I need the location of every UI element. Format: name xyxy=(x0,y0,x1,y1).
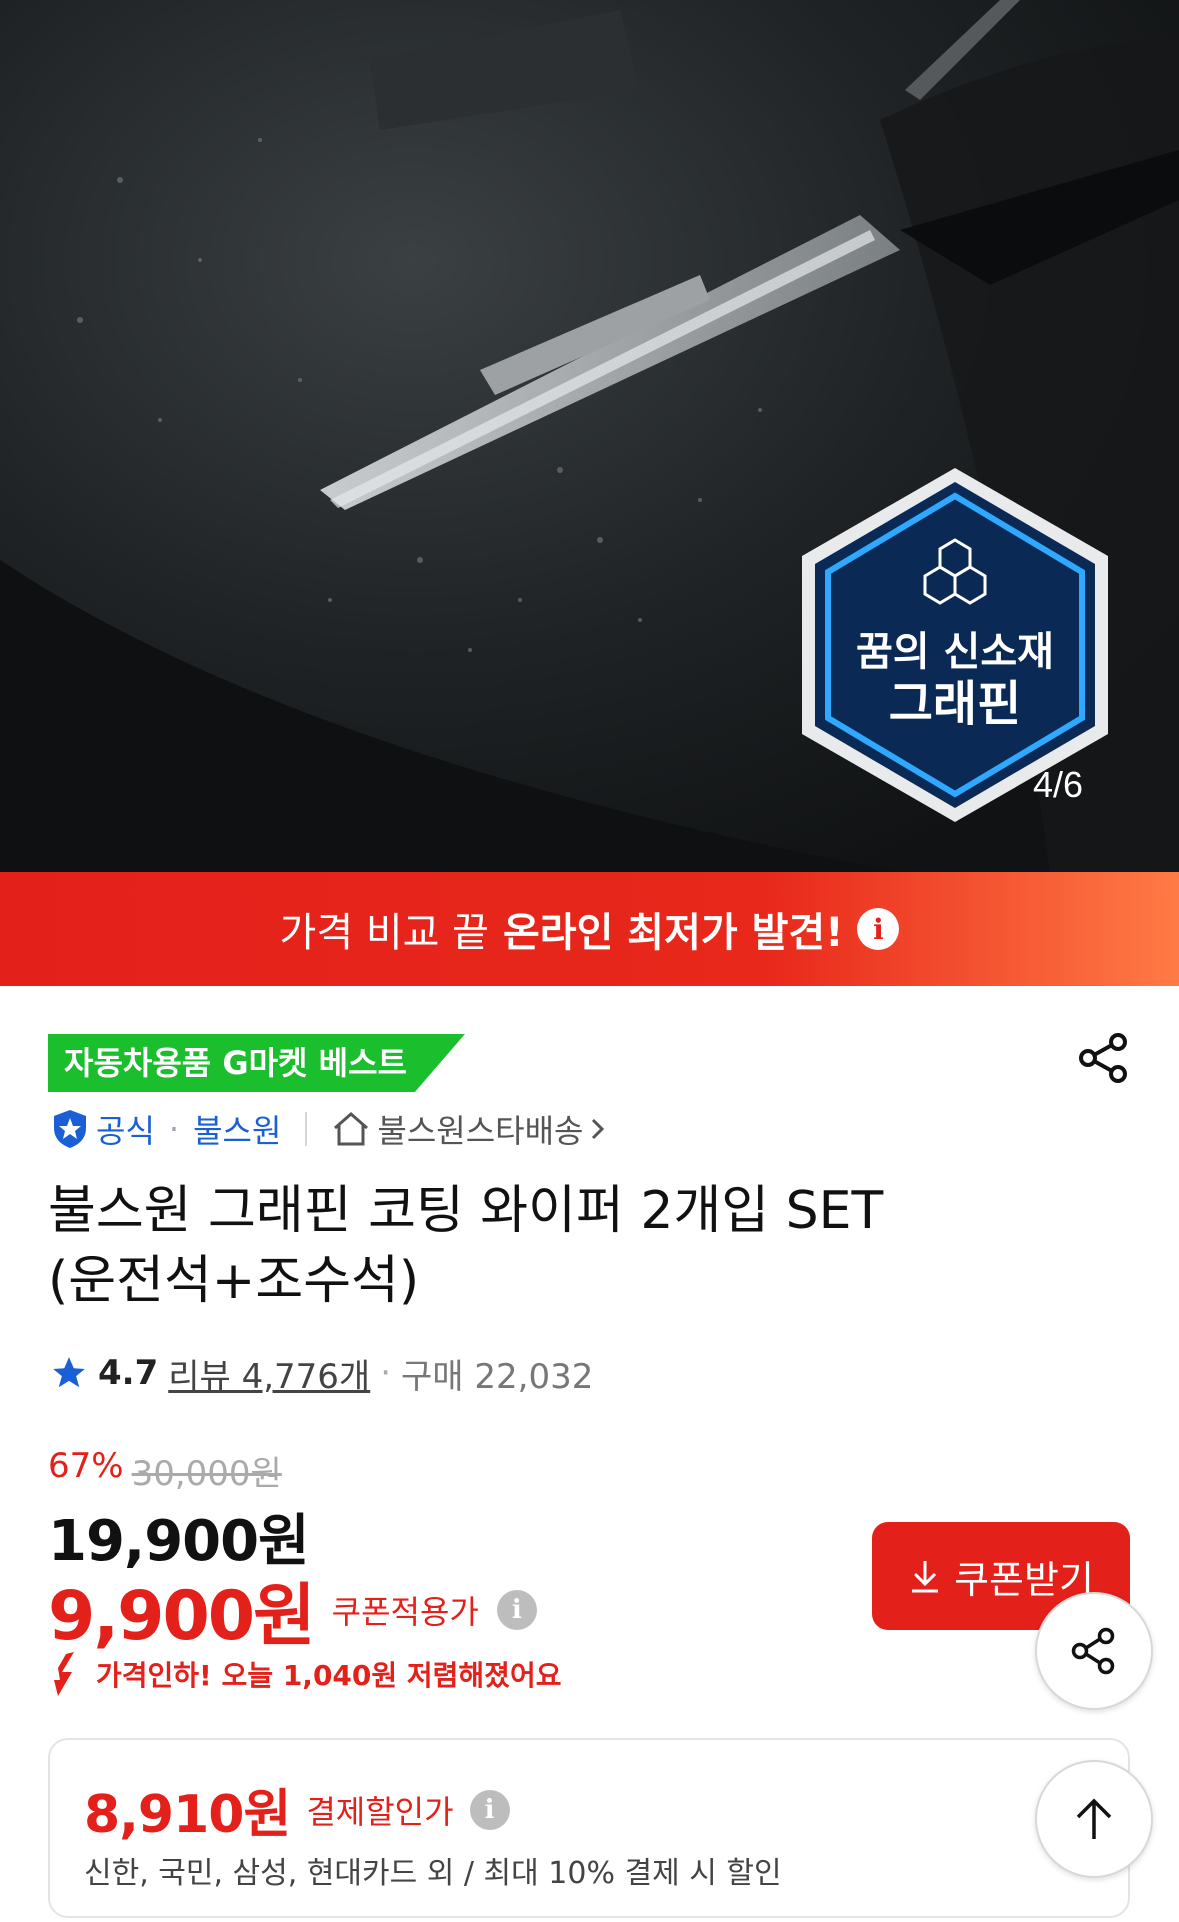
coupon-info-icon[interactable]: i xyxy=(496,1589,537,1630)
shield-check-icon xyxy=(54,1110,86,1148)
store-name: 불스원스타배송 xyxy=(377,1112,584,1150)
promo-strong-text: 온라인 최저가 발견! xyxy=(502,910,844,956)
title-line2: (운전석+조수석) xyxy=(48,1251,420,1311)
review-link[interactable]: 리뷰 4,776개 xyxy=(168,1349,370,1398)
coupon-price-label: 쿠폰적용가 xyxy=(331,1592,479,1631)
payment-price-row: 8,910원 결제할인가 i xyxy=(84,1772,510,1847)
product-title: 불스원 그래핀 코팅 와이퍼 2개입 SET (운전석+조수석) xyxy=(48,1176,1008,1316)
share-icon[interactable] xyxy=(1076,1030,1132,1086)
share-icon xyxy=(1071,1627,1115,1675)
scroll-to-top-button[interactable] xyxy=(1035,1760,1153,1878)
star-icon xyxy=(53,1357,85,1388)
price-drop-text: 가격인하! 오늘 1,040원 저렴해졌어요 xyxy=(96,1659,562,1692)
separator-dot: · xyxy=(168,1110,180,1148)
official-brand-link[interactable]: 공식 · 불스원 xyxy=(50,1106,281,1152)
download-icon xyxy=(912,1561,939,1593)
original-price: 30,000원 xyxy=(131,1454,282,1494)
seller-row: 공식 · 불스원 불스원스타배송 xyxy=(50,1106,607,1152)
product-image-carousel[interactable]: 꿈의 신소재 그래핀 4/6 xyxy=(0,0,1179,872)
rating-row: 4.7 리뷰 4,776개 · 구매 22,032 xyxy=(50,1348,593,1398)
payment-discount-label: 결제할인가 xyxy=(306,1792,454,1831)
separator-dot: · xyxy=(380,1353,392,1393)
payment-discount-price: 8,910원 xyxy=(84,1785,291,1845)
home-icon xyxy=(334,1112,369,1146)
discount-row: 67% 30,000원 xyxy=(48,1446,282,1495)
arrow-up-icon xyxy=(1076,1798,1112,1839)
coupon-price: 9,900원 xyxy=(48,1577,316,1656)
coupon-price-row: 9,900원 쿠폰적용가 i xyxy=(48,1560,537,1659)
payment-discount-card[interactable]: 8,910원 결제할인가 i 신한, 국민, 삼성, 현대카드 외 / 최대 1… xyxy=(48,1738,1130,1918)
chevron-right-icon xyxy=(592,1118,605,1140)
lowest-price-banner[interactable]: 가격 비교 끝 온라인 최저가 발견! i xyxy=(0,872,1179,986)
badge-line2: 그래핀 xyxy=(889,676,1021,732)
badge-line1: 꿈의 신소재 xyxy=(856,629,1054,675)
info-icon[interactable]: i xyxy=(857,908,900,950)
image-page-counter: 4/6 xyxy=(1032,764,1083,805)
purchase-count: 구매 22,032 xyxy=(401,1356,594,1397)
discount-rate: 67% xyxy=(48,1446,124,1486)
divider xyxy=(305,1112,308,1146)
title-line1: 불스원 그래핀 코팅 와이퍼 2개입 SET xyxy=(48,1181,884,1241)
price-drop-notice: 가격인하! 오늘 1,040원 저렴해졌어요 xyxy=(48,1650,561,1698)
brand-name: 불스원 xyxy=(193,1112,282,1150)
payment-discount-description: 신한, 국민, 삼성, 현대카드 외 / 최대 10% 결제 시 할인 xyxy=(84,1856,782,1891)
floating-share-button[interactable] xyxy=(1035,1592,1153,1710)
promo-normal-text: 가격 비교 끝 xyxy=(279,910,489,956)
store-link[interactable]: 불스원스타배송 xyxy=(331,1106,607,1152)
best-seller-badge: 자동차용품 G마켓 베스트 xyxy=(48,1034,465,1092)
price-down-arrow-icon xyxy=(54,1652,74,1696)
official-label: 공식 xyxy=(96,1112,155,1150)
payment-info-icon[interactable]: i xyxy=(469,1789,510,1830)
rating-score: 4.7 xyxy=(98,1353,159,1393)
